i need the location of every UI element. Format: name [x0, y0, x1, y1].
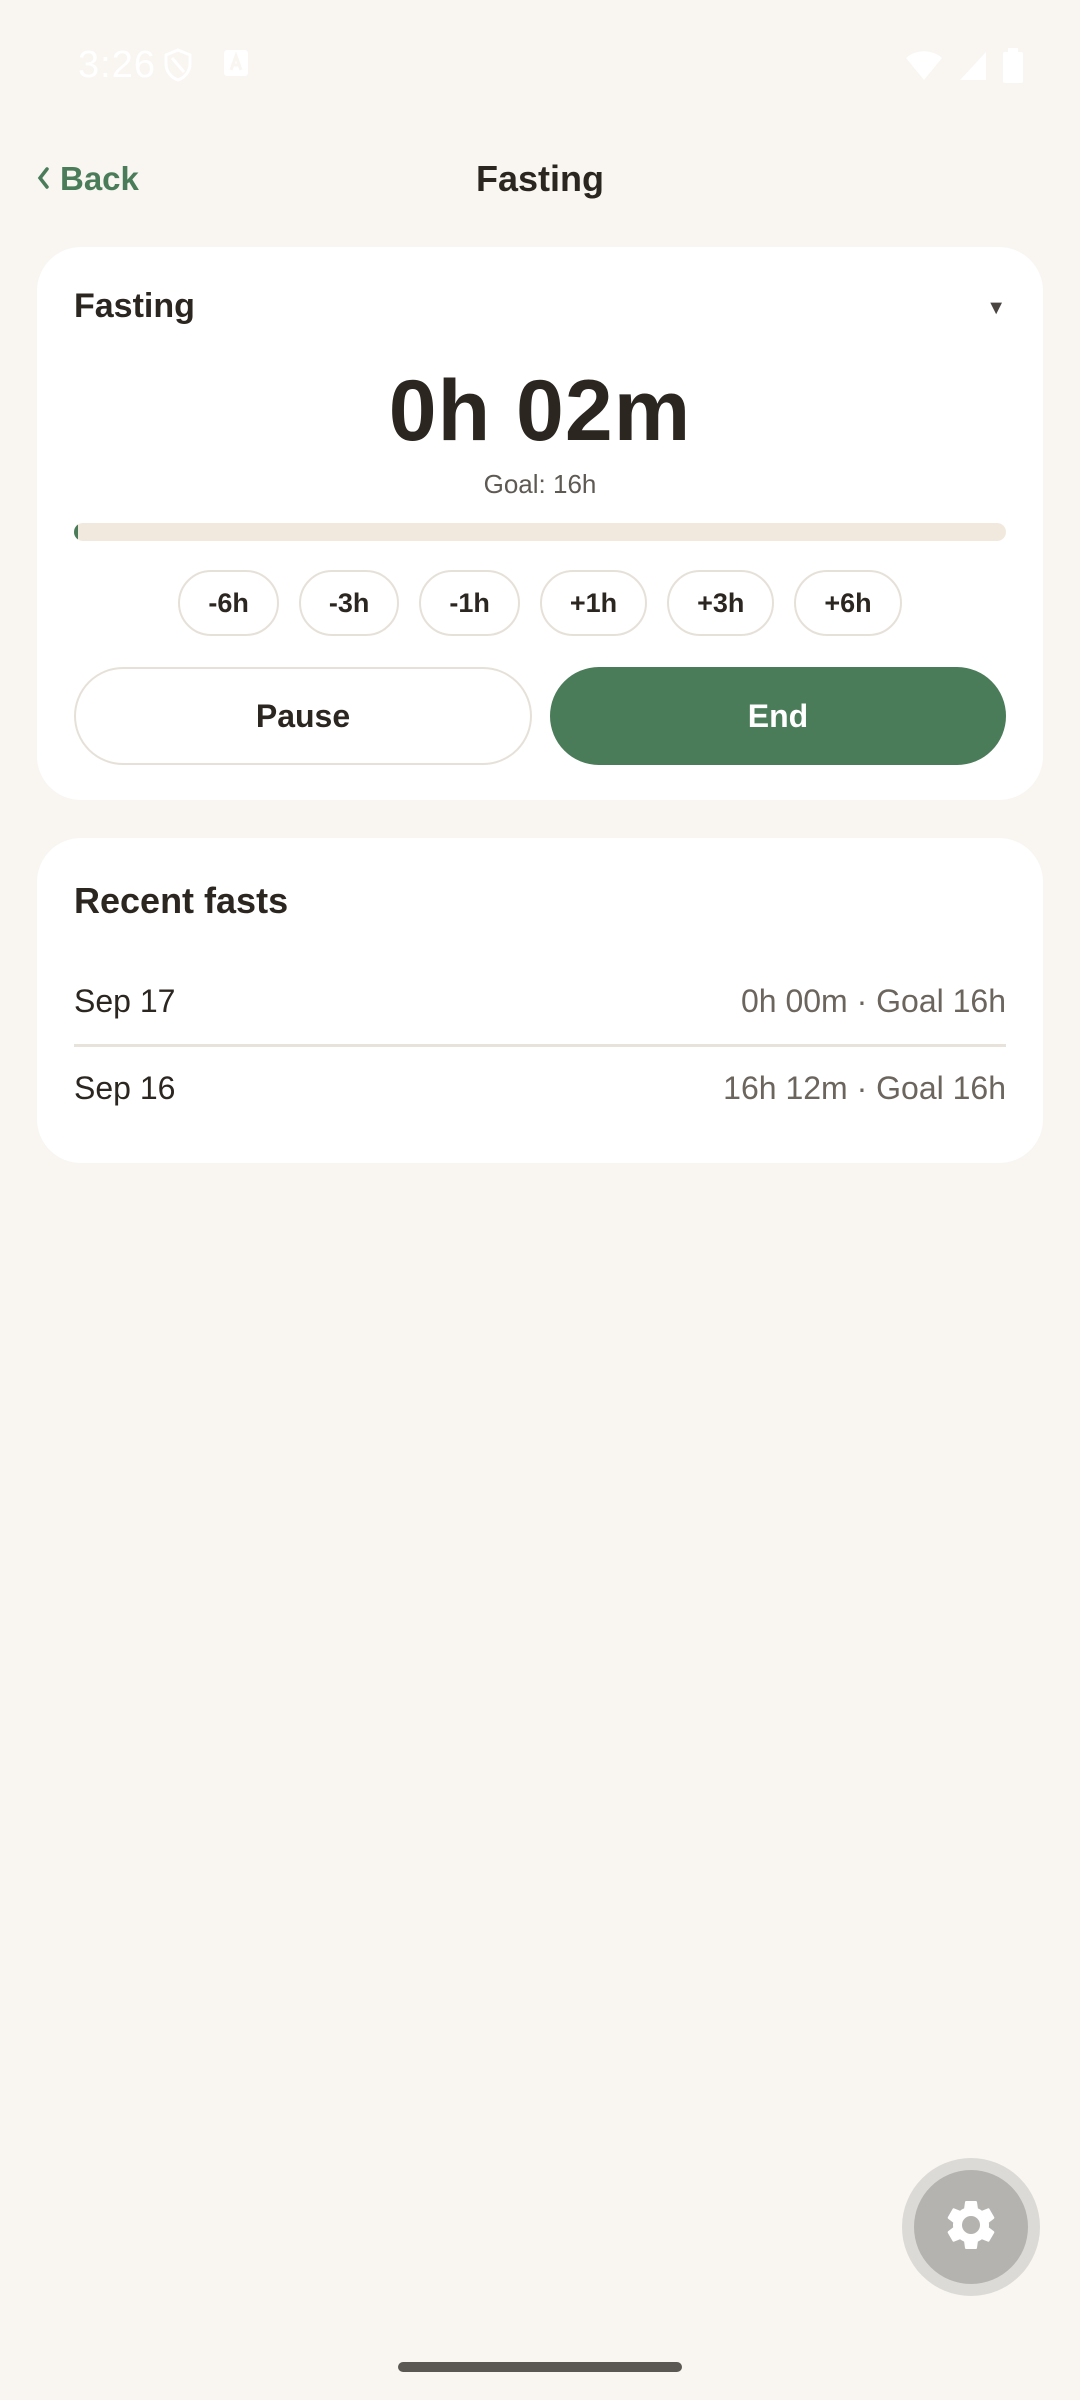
list-item[interactable]: Sep 16 16h 12m · Goal 16h	[74, 1044, 1006, 1130]
settings-button[interactable]	[902, 2158, 1040, 2296]
progress-bar	[74, 523, 1006, 541]
fasting-timer-card: Fasting ▼ 0h 02m Goal: 16h -6h -3h -1h +…	[37, 247, 1043, 800]
page-title: Fasting	[475, 158, 604, 199]
progress-fill	[74, 523, 78, 541]
shield-icon	[164, 48, 192, 82]
end-button[interactable]: End	[550, 667, 1006, 765]
settings-fab	[914, 2170, 1028, 2284]
fasting-goal: Goal: 16h	[483, 469, 597, 499]
a11y-icon	[222, 48, 250, 82]
status-time: 3:26	[78, 44, 156, 86]
pause-button[interactable]: Pause	[74, 667, 532, 765]
caret-down-icon: ▼	[986, 297, 1006, 319]
fasting-screen: 3:26 Back Fasting Fasting ▼ 0h 02m Goal:…	[0, 0, 1080, 2400]
battery-icon	[1002, 48, 1024, 84]
recent-fast-date: Sep 17	[74, 982, 176, 1019]
app-bar: Back Fasting	[0, 136, 1080, 228]
adjust-minus-1h-button[interactable]: -1h	[419, 570, 520, 636]
adjust-minus-6h-button[interactable]: -6h	[178, 570, 279, 636]
signal-icon	[958, 50, 988, 82]
recent-fast-detail: 0h 00m · Goal 16h	[740, 982, 1006, 1019]
recent-fast-detail: 16h 12m · Goal 16h	[723, 1070, 1006, 1106]
home-indicator[interactable]	[398, 2362, 682, 2372]
adjust-plus-6h-button[interactable]: +6h	[794, 570, 902, 636]
status-right-icons	[904, 48, 1024, 84]
adjust-plus-3h-button[interactable]: +3h	[667, 570, 775, 636]
adjust-plus-1h-button[interactable]: +1h	[539, 570, 648, 636]
recent-fast-date: Sep 16	[74, 1070, 176, 1106]
timer-actions: Pause End	[74, 667, 1006, 765]
fasting-mode-dropdown[interactable]: Fasting ▼	[74, 287, 1006, 337]
wifi-icon	[904, 50, 944, 82]
list-item[interactable]: Sep 17 0h 00m · Goal 16h	[74, 958, 1006, 1044]
status-bar: 3:26	[0, 0, 1080, 136]
adjust-buttons: -6h -3h -1h +1h +3h +6h	[37, 570, 1043, 636]
recent-fasts-card: Recent fasts Sep 17 0h 00m · Goal 16h Se…	[37, 838, 1043, 1163]
status-left-icons	[164, 48, 250, 82]
recent-fasts-list: Sep 17 0h 00m · Goal 16h Sep 16 16h 12m …	[74, 958, 1006, 1130]
gear-icon	[941, 2195, 1001, 2260]
elapsed-time: 0h 02m	[388, 363, 692, 459]
adjust-minus-3h-button[interactable]: -3h	[298, 570, 400, 636]
fasting-mode-label: Fasting	[74, 287, 195, 325]
recent-fasts-title: Recent fasts	[74, 880, 289, 921]
